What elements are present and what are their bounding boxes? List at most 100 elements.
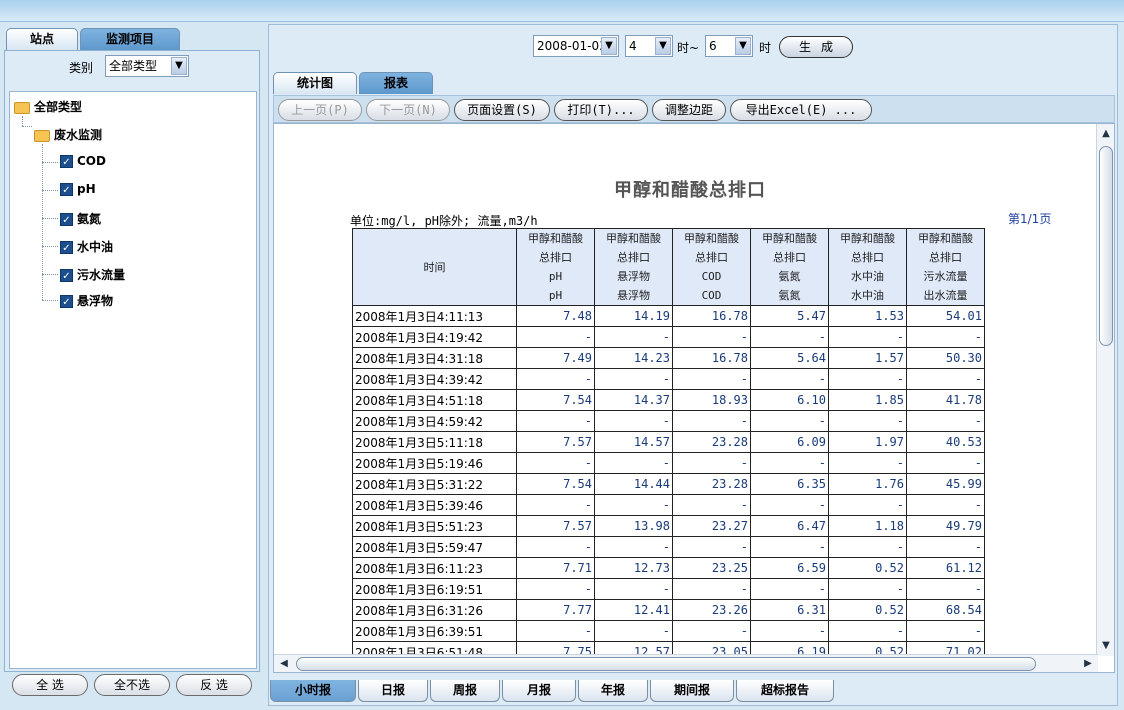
- category-select[interactable]: 全部类型 ▼: [105, 55, 189, 77]
- column-header-line: 水中油: [851, 289, 884, 302]
- tab-monthly[interactable]: 月报: [502, 680, 576, 702]
- value-cell: 6.35: [750, 473, 829, 495]
- tree-item-ammonia[interactable]: ✓ 氨氮: [60, 210, 101, 227]
- value-cell: -: [594, 410, 673, 432]
- column-header-line: 甲醇和醋酸: [684, 232, 739, 245]
- value-cell: -: [828, 494, 907, 516]
- value-cell: 50.30: [906, 347, 985, 369]
- checkbox-checked-icon[interactable]: ✓: [60, 295, 73, 308]
- checkbox-checked-icon[interactable]: ✓: [60, 213, 73, 226]
- time-cell: 2008年1月3日5:31:22: [352, 473, 517, 495]
- value-cell: 23.27: [672, 515, 751, 537]
- tab-chart[interactable]: 统计图: [273, 72, 357, 94]
- time-cell: 2008年1月3日4:11:13: [352, 305, 517, 327]
- tab-period[interactable]: 期间报: [650, 680, 734, 702]
- column-header-line: 甲醇和醋酸: [918, 232, 973, 245]
- time-cell: 2008年1月3日6:19:51: [352, 578, 517, 600]
- value-cell: 54.01: [906, 305, 985, 327]
- select-none-button[interactable]: 全不选: [94, 674, 170, 696]
- column-header-line: 总排口: [929, 251, 962, 264]
- tree-item-ph[interactable]: ✓ pH: [60, 182, 96, 196]
- tab-yearly[interactable]: 年报: [578, 680, 648, 702]
- tree-item-cod[interactable]: ✓ COD: [60, 154, 106, 168]
- report-panel: 2008-01-03 ▼ 4 ▼ 时~ 6 ▼ 时 生成 统计图 报表 上一页(…: [268, 24, 1118, 706]
- tree-item-suspended[interactable]: ✓ 悬浮物: [60, 292, 113, 309]
- tree-item-label: 氨氮: [77, 212, 102, 226]
- value-cell: -: [516, 326, 595, 348]
- tree-item-oil[interactable]: ✓ 水中油: [60, 238, 113, 255]
- invert-selection-button[interactable]: 反 选: [176, 674, 252, 696]
- value-cell: 1.57: [828, 347, 907, 369]
- print-button[interactable]: 打印(T)...: [554, 99, 648, 121]
- value-cell: -: [516, 368, 595, 390]
- value-cell: -: [516, 410, 595, 432]
- scroll-thumb[interactable]: [296, 657, 1036, 671]
- adjust-margins-button[interactable]: 调整边距: [652, 99, 726, 121]
- tab-station[interactable]: 站点: [6, 28, 78, 50]
- export-excel-button[interactable]: 导出Excel(E) ...: [730, 99, 872, 121]
- checkbox-checked-icon[interactable]: ✓: [60, 269, 73, 282]
- prev-page-button[interactable]: 上一页(P): [278, 99, 362, 121]
- value-cell: 23.28: [672, 431, 751, 453]
- folder-open-icon: [14, 101, 30, 114]
- chevron-down-icon[interactable]: ▼: [735, 37, 751, 55]
- value-cell: -: [594, 578, 673, 600]
- value-cell: 6.31: [750, 599, 829, 621]
- value-cell: -: [828, 368, 907, 390]
- value-cell: -: [906, 326, 985, 348]
- column-header-line: 总排口: [773, 251, 806, 264]
- tab-exceed-report[interactable]: 超标报告: [736, 680, 834, 702]
- value-cell: -: [672, 452, 751, 474]
- value-cell: -: [516, 452, 595, 474]
- scroll-up-icon[interactable]: ▲: [1098, 126, 1114, 142]
- select-all-button[interactable]: 全 选: [12, 674, 88, 696]
- hour-to-select[interactable]: 6 ▼: [705, 35, 753, 57]
- tab-monitor-items[interactable]: 监测项目: [80, 28, 180, 50]
- table-row: 2008年1月3日4:31:18 7.49 14.23 16.78 5.64 1.57 50…: [352, 347, 985, 369]
- value-cell: 1.76: [828, 473, 907, 495]
- tree-item-flow[interactable]: ✓ 污水流量: [60, 266, 125, 283]
- hour-from-select[interactable]: 4 ▼: [625, 35, 673, 57]
- column-header: 甲醇和醋酸 总排口 污水流量 出水流量: [906, 228, 985, 306]
- column-header-line: 甲醇和醋酸: [528, 232, 583, 245]
- generate-button[interactable]: 生成: [779, 36, 853, 58]
- date-select[interactable]: 2008-01-03 ▼: [533, 35, 619, 57]
- report-toolbar: 上一页(P) 下一页(N) 页面设置(S) 打印(T)... 调整边距 导出Ex…: [273, 95, 1115, 123]
- value-cell: 6.59: [750, 557, 829, 579]
- tab-weekly[interactable]: 周报: [430, 680, 500, 702]
- column-header-line: pH: [548, 270, 563, 283]
- time-cell: 2008年1月3日5:39:46: [352, 494, 517, 516]
- value-cell: 45.99: [906, 473, 985, 495]
- value-cell: -: [906, 578, 985, 600]
- column-header-line: 悬浮物: [617, 289, 650, 302]
- tree-group-wastewater[interactable]: 废水监测: [34, 126, 102, 143]
- checkbox-checked-icon[interactable]: ✓: [60, 155, 73, 168]
- value-cell: 1.85: [828, 389, 907, 411]
- chevron-down-icon[interactable]: ▼: [601, 37, 617, 55]
- next-page-button[interactable]: 下一页(N): [366, 99, 450, 121]
- tab-hourly[interactable]: 小时报: [270, 680, 356, 702]
- value-cell: 1.53: [828, 305, 907, 327]
- scroll-left-icon[interactable]: ◀: [276, 656, 292, 672]
- column-header-line: 总排口: [695, 251, 728, 264]
- report-table: 时间 甲醇和醋酸 总排口 pH pH 甲醇和醋酸 总排口 悬浮物 悬浮物 甲醇和醋酸 总排口 COD C…: [352, 228, 985, 663]
- chevron-down-icon[interactable]: ▼: [655, 37, 671, 55]
- checkbox-checked-icon[interactable]: ✓: [60, 241, 73, 254]
- chevron-down-icon[interactable]: ▼: [171, 57, 187, 75]
- category-label: 类别: [69, 61, 94, 75]
- tree-root[interactable]: 全部类型: [14, 98, 82, 115]
- scroll-down-icon[interactable]: ▼: [1098, 638, 1114, 654]
- value-cell: 16.78: [672, 347, 751, 369]
- vertical-scrollbar[interactable]: ▲ ▼: [1096, 124, 1114, 656]
- horizontal-scrollbar[interactable]: ◀ ▶: [274, 654, 1098, 672]
- value-cell: 7.71: [516, 557, 595, 579]
- scroll-thumb[interactable]: [1099, 146, 1113, 346]
- value-cell: 13.98: [594, 515, 673, 537]
- tab-daily[interactable]: 日报: [358, 680, 428, 702]
- tab-report[interactable]: 报表: [359, 72, 433, 94]
- page-setup-button[interactable]: 页面设置(S): [454, 99, 550, 121]
- scroll-right-icon[interactable]: ▶: [1080, 656, 1096, 672]
- time-cell: 2008年1月3日6:31:26: [352, 599, 517, 621]
- item-tree: 全部类型 废水监测 ✓ COD ✓ pH ✓ 氨氮 ✓ 水中油 ✓ 污水流量 ✓…: [9, 91, 257, 669]
- checkbox-checked-icon[interactable]: ✓: [60, 183, 73, 196]
